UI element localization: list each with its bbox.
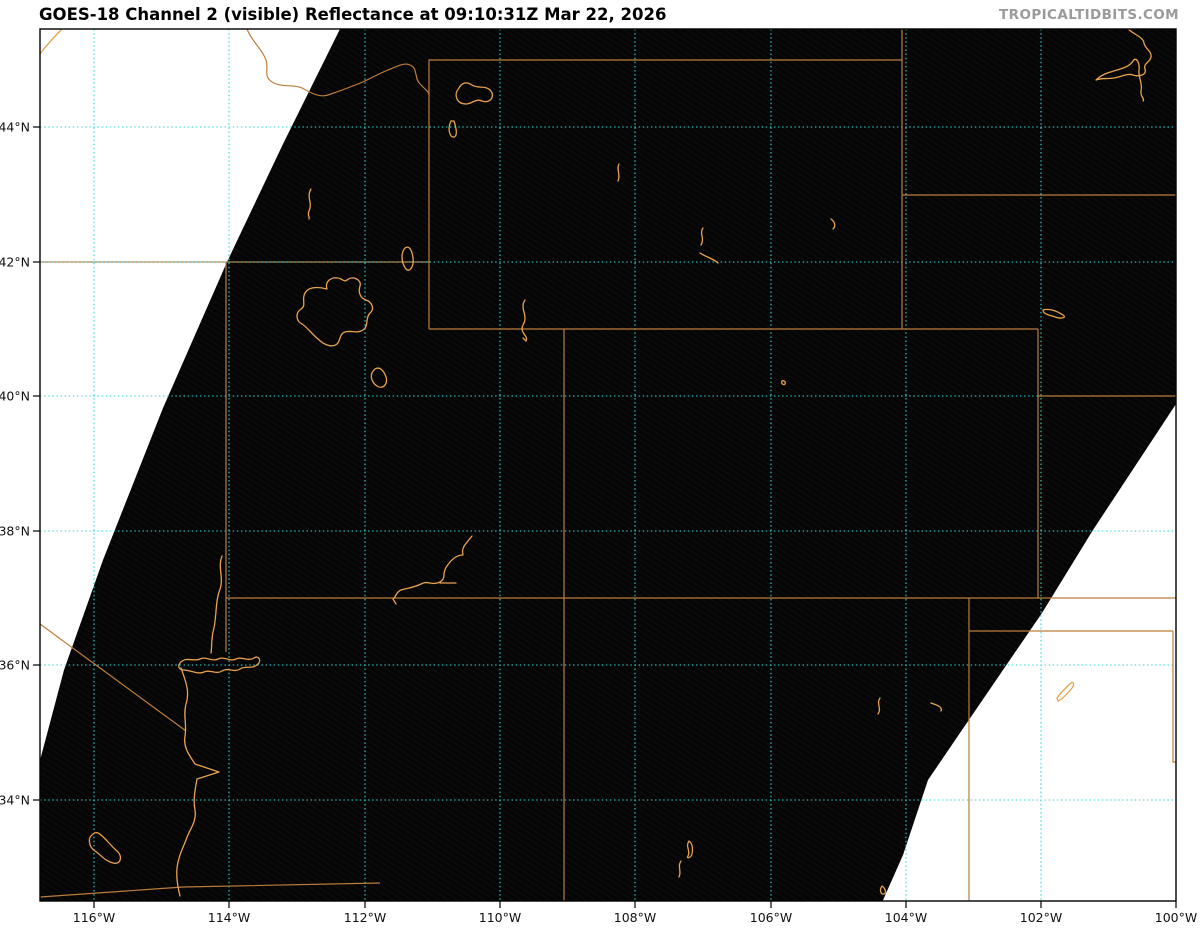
x-tick-label: 112°W [344, 910, 386, 925]
x-tick-label: 108°W [614, 910, 656, 925]
satellite-image-panel: GOES-18 Channel 2 (visible) Reflectance … [0, 0, 1200, 929]
x-tick-label: 114°W [208, 910, 250, 925]
y-tick-label: 40°N [0, 389, 30, 404]
x-tick-label: 102°W [1020, 910, 1062, 925]
satellite-map: 116°W 114°W 112°W 110°W 108°W 106°W 104°W 102°W… [0, 28, 1197, 925]
boysen-reservoir [617, 163, 620, 182]
y-tick-label: 44°N [0, 120, 30, 135]
x-tick-label: 116°W [73, 910, 115, 925]
y-tick-label: 36°N [0, 658, 30, 673]
x-tick-label: 110°W [479, 910, 521, 925]
y-tick-label: 34°N [0, 793, 30, 808]
x-tick-label: 100°W [1155, 910, 1197, 925]
x-tick-label: 106°W [750, 910, 792, 925]
x-tick-label: 104°W [885, 910, 927, 925]
y-tick-label: 38°N [0, 524, 30, 539]
y-tick-label: 42°N [0, 255, 30, 270]
